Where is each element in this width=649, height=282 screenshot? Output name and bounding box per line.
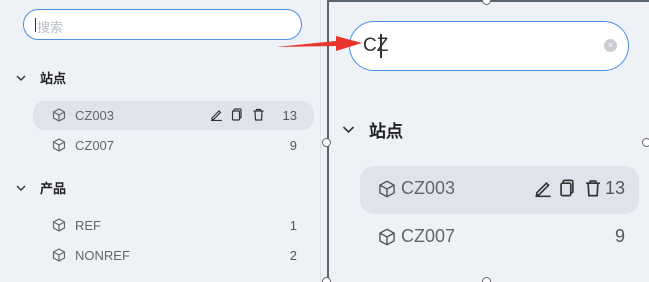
- cube-icon: [379, 228, 395, 246]
- item-count: 9: [289, 138, 297, 153]
- group-label: 站点: [369, 122, 403, 141]
- delete-icon[interactable]: [252, 108, 265, 121]
- list-item[interactable]: CZ007 9: [360, 214, 639, 262]
- clear-icon[interactable]: ×: [604, 39, 617, 52]
- search-input-zoomed[interactable]: CZ ×: [349, 21, 629, 71]
- group-label: 站点: [40, 71, 67, 86]
- list-item[interactable]: CZ003 13: [33, 101, 314, 130]
- group-label: 产品: [40, 181, 67, 196]
- list-item[interactable]: CZ007 9: [33, 131, 314, 160]
- item-count: 13: [282, 108, 297, 123]
- cube-icon: [52, 138, 66, 152]
- resize-handle[interactable]: [322, 277, 331, 282]
- edit-icon[interactable]: [210, 108, 223, 121]
- item-count: 9: [614, 226, 625, 246]
- item-name: REF: [75, 218, 101, 233]
- item-name: NONREF: [75, 248, 130, 263]
- group-header-sites-zoomed[interactable]: 站点: [342, 117, 403, 142]
- cube-icon: [52, 108, 66, 122]
- item-name: CZ003: [401, 178, 456, 198]
- item-count: 13: [604, 178, 625, 198]
- cube-icon: [52, 248, 66, 262]
- list-item[interactable]: NONREF 2: [33, 241, 314, 270]
- list-item[interactable]: CZ003 13: [360, 166, 639, 214]
- copy-icon[interactable]: [231, 108, 244, 121]
- text-caret: [35, 18, 36, 32]
- chevron-down-icon: [16, 75, 26, 81]
- resize-handle[interactable]: [322, 138, 331, 147]
- group-header-sites[interactable]: 站点: [16, 68, 66, 87]
- item-count: 2: [289, 248, 297, 263]
- copy-icon[interactable]: [559, 178, 577, 198]
- group-header-products[interactable]: 产品: [16, 178, 66, 197]
- list-item[interactable]: REF 1: [33, 211, 314, 240]
- item-name: CZ003: [75, 108, 115, 123]
- cube-icon: [379, 180, 395, 198]
- item-name: CZ007: [75, 138, 115, 153]
- cube-icon: [52, 218, 66, 232]
- annotation-arrow-icon: [276, 36, 362, 51]
- search-input[interactable]: 搜索: [23, 9, 302, 40]
- chevron-down-icon: [16, 185, 26, 191]
- delete-icon[interactable]: [584, 178, 602, 198]
- item-count: 1: [289, 218, 297, 233]
- text-caret: [380, 34, 382, 58]
- resize-handle[interactable]: [642, 138, 649, 147]
- resize-handle[interactable]: [482, 277, 491, 282]
- edit-icon[interactable]: [534, 178, 552, 198]
- chevron-down-icon: [342, 126, 355, 134]
- search-placeholder: 搜索: [37, 20, 64, 35]
- item-name: CZ007: [401, 226, 456, 246]
